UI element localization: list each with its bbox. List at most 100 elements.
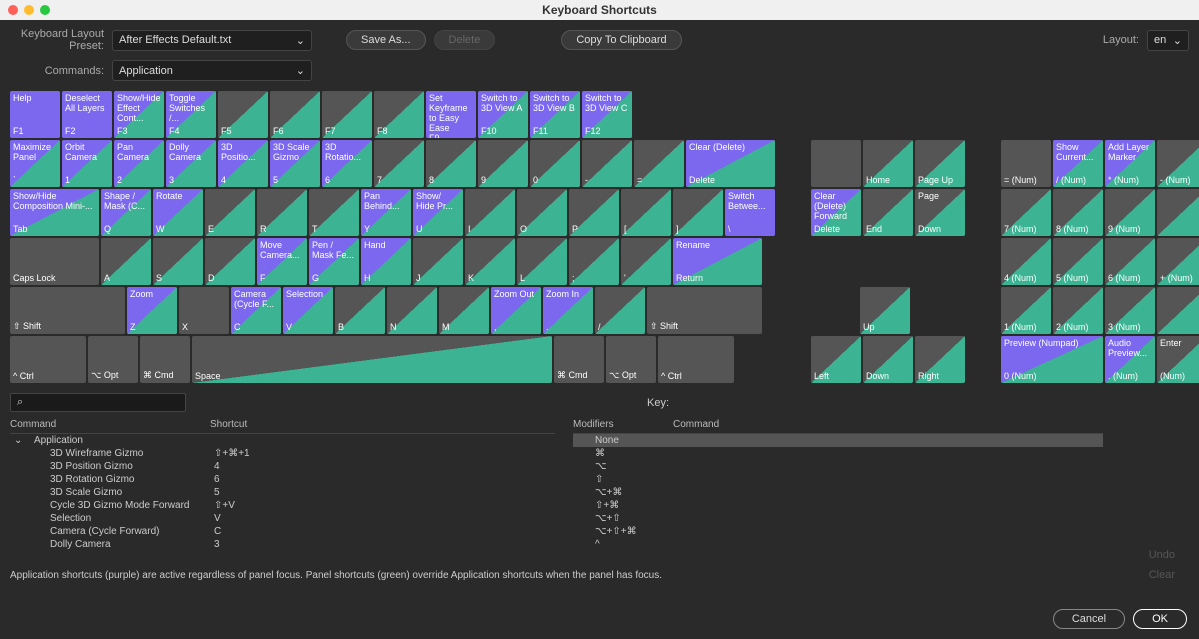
- key[interactable]: ⇧ Shift: [647, 287, 762, 334]
- key[interactable]: [: [621, 189, 671, 236]
- key[interactable]: F6: [270, 91, 320, 138]
- key[interactable]: Zoom Out,: [491, 287, 541, 334]
- key[interactable]: Pan Behind...Y: [361, 189, 411, 236]
- table-row[interactable]: 3D Wireframe Gizmo⇧+⌘+1: [10, 447, 555, 460]
- maximize-icon[interactable]: [40, 5, 50, 15]
- key[interactable]: 7: [374, 140, 424, 187]
- key[interactable]: - (Num): [1157, 140, 1199, 187]
- key[interactable]: Audio Preview.... (Num): [1105, 336, 1155, 383]
- key[interactable]: 7 (Num): [1001, 189, 1051, 236]
- key[interactable]: RenameReturn: [673, 238, 762, 285]
- key[interactable]: Pan Camera2: [114, 140, 164, 187]
- key[interactable]: 9: [478, 140, 528, 187]
- key[interactable]: 0: [530, 140, 580, 187]
- table-row[interactable]: ⌥+⌘: [573, 486, 1103, 499]
- table-row[interactable]: ⌘: [573, 447, 1103, 460]
- key[interactable]: F5: [218, 91, 268, 138]
- key[interactable]: Show/Hide Effect Cont...F3: [114, 91, 164, 138]
- key[interactable]: M: [439, 287, 489, 334]
- key[interactable]: Caps Lock: [10, 238, 99, 285]
- key[interactable]: -: [582, 140, 632, 187]
- clear-button[interactable]: Clear: [1149, 569, 1175, 581]
- commands-dropdown[interactable]: Application⌄: [112, 60, 312, 81]
- key[interactable]: Maximize Panel`: [10, 140, 60, 187]
- key[interactable]: ^ Ctrl: [658, 336, 734, 383]
- copy-clipboard-button[interactable]: Copy To Clipboard: [561, 30, 681, 50]
- key[interactable]: [1157, 189, 1199, 236]
- key[interactable]: Left: [811, 336, 861, 383]
- key[interactable]: ⌥ Opt: [88, 336, 138, 383]
- table-row[interactable]: ⌥: [573, 460, 1103, 473]
- key[interactable]: End: [863, 189, 913, 236]
- key[interactable]: 8 (Num): [1053, 189, 1103, 236]
- key[interactable]: ⇧ Shift: [10, 287, 125, 334]
- search-input[interactable]: [27, 397, 179, 409]
- close-icon[interactable]: [8, 5, 18, 15]
- key[interactable]: 3D Scale Gizmo5: [270, 140, 320, 187]
- key[interactable]: A: [101, 238, 151, 285]
- key[interactable]: Switch Betwee...\: [725, 189, 775, 236]
- key[interactable]: ]: [673, 189, 723, 236]
- key[interactable]: Home: [863, 140, 913, 187]
- key[interactable]: Switch to 3D View BF11: [530, 91, 580, 138]
- key[interactable]: D: [205, 238, 255, 285]
- table-row[interactable]: Dolly Camera3: [10, 538, 555, 551]
- table-row[interactable]: 3D Position Gizmo4: [10, 460, 555, 473]
- key[interactable]: + (Num): [1157, 238, 1199, 285]
- key[interactable]: Down: [863, 336, 913, 383]
- key[interactable]: X: [179, 287, 229, 334]
- key[interactable]: Camera (Cycle F...C: [231, 287, 281, 334]
- key[interactable]: Show/Hide Composition Mini-...Tab: [10, 189, 99, 236]
- key[interactable]: HandH: [361, 238, 411, 285]
- key[interactable]: 3D Rotatio...6: [322, 140, 372, 187]
- key[interactable]: Clear (Delete) ForwardDelete: [811, 189, 861, 236]
- key[interactable]: 3 (Num): [1105, 287, 1155, 334]
- key[interactable]: ⌘ Cmd: [140, 336, 190, 383]
- key[interactable]: L: [517, 238, 567, 285]
- key[interactable]: ⌥ Opt: [606, 336, 656, 383]
- minimize-icon[interactable]: [24, 5, 34, 15]
- key[interactable]: N: [387, 287, 437, 334]
- key[interactable]: Orbit Camera1: [62, 140, 112, 187]
- key[interactable]: Enter(Num): [1157, 336, 1199, 383]
- key[interactable]: 2 (Num): [1053, 287, 1103, 334]
- save-as-button[interactable]: Save As...: [346, 30, 426, 50]
- key[interactable]: Set Keyframe to Easy EaseF9: [426, 91, 476, 138]
- key[interactable]: 4 (Num): [1001, 238, 1051, 285]
- key[interactable]: Pen / Mask Fe...G: [309, 238, 359, 285]
- key[interactable]: Up: [860, 287, 910, 334]
- key[interactable]: 3D Positio...4: [218, 140, 268, 187]
- key[interactable]: E: [205, 189, 255, 236]
- key[interactable]: Space: [192, 336, 552, 383]
- key[interactable]: [811, 140, 861, 187]
- cancel-button[interactable]: Cancel: [1053, 609, 1125, 629]
- key[interactable]: Show/ Hide Pr...U: [413, 189, 463, 236]
- key[interactable]: Toggle Switches /...F4: [166, 91, 216, 138]
- key[interactable]: /: [595, 287, 645, 334]
- key[interactable]: Right: [915, 336, 965, 383]
- tree-root[interactable]: ⌄Application: [10, 434, 555, 447]
- key[interactable]: ': [621, 238, 671, 285]
- key[interactable]: T: [309, 189, 359, 236]
- key[interactable]: = (Num): [1001, 140, 1051, 187]
- key[interactable]: P: [569, 189, 619, 236]
- key[interactable]: Dolly Camera3: [166, 140, 216, 187]
- key[interactable]: RotateW: [153, 189, 203, 236]
- key[interactable]: Switch to 3D View AF10: [478, 91, 528, 138]
- key[interactable]: HelpF1: [10, 91, 60, 138]
- key[interactable]: Add Layer Marker* (Num): [1105, 140, 1155, 187]
- key[interactable]: [1157, 287, 1199, 334]
- key[interactable]: F8: [374, 91, 424, 138]
- key[interactable]: PageDown: [915, 189, 965, 236]
- table-row[interactable]: Camera (Cycle Forward)C: [10, 525, 555, 538]
- key[interactable]: ZoomZ: [127, 287, 177, 334]
- delete-button[interactable]: Delete: [434, 30, 496, 50]
- table-row[interactable]: ⇧+⌘: [573, 499, 1103, 512]
- key[interactable]: 6 (Num): [1105, 238, 1155, 285]
- table-row[interactable]: ^: [573, 538, 1103, 551]
- table-row[interactable]: Cycle 3D Gizmo Mode Forward⇧+V: [10, 499, 555, 512]
- search-box[interactable]: ⌕: [10, 393, 186, 412]
- key[interactable]: ;: [569, 238, 619, 285]
- key[interactable]: O: [517, 189, 567, 236]
- key[interactable]: 5 (Num): [1053, 238, 1103, 285]
